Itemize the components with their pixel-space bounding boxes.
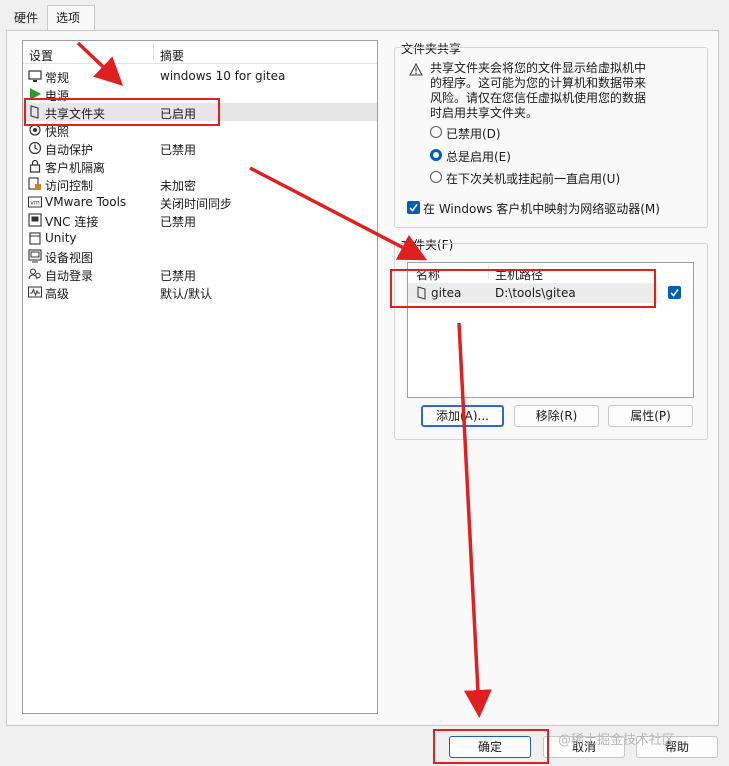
settings-row-isolation[interactable]: 客户机隔离 [23, 157, 377, 175]
radio-until-poweroff[interactable] [430, 171, 442, 183]
settings-row-autologin[interactable]: 自动登录 已禁用 [23, 265, 377, 283]
settings-row-summary: 默认/默认 [160, 287, 213, 301]
settings-row-summary: 已禁用 [160, 143, 197, 157]
play-icon [30, 88, 41, 100]
unity-icon [29, 232, 41, 245]
radio-disabled-label[interactable]: 已禁用(D) [446, 125, 501, 142]
svg-text:vm: vm [30, 200, 40, 207]
settings-row-access-control[interactable]: 访问控制 未加密 [23, 175, 377, 193]
watermark: @稀土掘金技术社区 [558, 733, 676, 748]
column-header-setting[interactable]: 设置 [29, 47, 53, 64]
settings-row-label: 设备视图 [45, 251, 94, 265]
settings-row-label: Unity [45, 231, 77, 245]
map-drive-label[interactable]: 在 Windows 客户机中映射为网络驱动器(M) [423, 200, 660, 217]
settings-row-label: 共享文件夹 [45, 107, 106, 121]
add-folder-button[interactable]: 添加(A)... [421, 405, 504, 427]
snapshot-icon [29, 124, 41, 136]
settings-row-summary: 已禁用 [160, 269, 197, 283]
device-view-icon [28, 249, 42, 263]
settings-row-power[interactable]: 电源 [23, 85, 377, 103]
settings-row-summary: windows 10 for gitea [160, 69, 286, 83]
column-header-summary[interactable]: 摘要 [160, 47, 184, 64]
settings-row-vnc[interactable]: VNC 连接 已禁用 [23, 211, 377, 229]
lock-icon [29, 159, 41, 173]
checkmark-icon [409, 204, 418, 212]
checkmark-icon [670, 289, 679, 297]
access-control-icon [28, 177, 41, 190]
folder-host-path: D:\tools\gitea [495, 286, 576, 300]
settings-row-summary: 已禁用 [160, 215, 197, 229]
settings-row-label: 自动登录 [45, 269, 94, 283]
clock-icon [28, 141, 42, 155]
radio-always-enabled[interactable] [430, 149, 442, 161]
tab-options[interactable]: 选项 [47, 5, 95, 31]
settings-row-label: 自动保护 [45, 143, 94, 157]
table-row[interactable]: gitea D:\tools\gitea [408, 283, 658, 303]
tab-hardware[interactable]: 硬件 [6, 6, 46, 30]
settings-row-autoprotect[interactable]: 自动保护 已禁用 [23, 139, 377, 157]
column-header-name[interactable]: 名称 [416, 266, 440, 283]
folder-name: gitea [431, 286, 462, 300]
sharing-warning-text: 共享文件夹会将您的文件显示给虚拟机中 的程序。这可能为您的计算机和数据带来 风险… [430, 61, 647, 120]
radio-always-enabled-label[interactable]: 总是启用(E) [446, 148, 511, 165]
ok-button[interactable]: 确定 [449, 736, 531, 758]
shared-folder-icon [30, 105, 39, 119]
vmware-tools-icon: vm [28, 196, 42, 208]
settings-row-label: 常规 [45, 71, 70, 85]
remove-folder-button[interactable]: 移除(R) [514, 405, 599, 427]
settings-row-label: 客户机隔离 [45, 161, 106, 175]
settings-row-label: 电源 [45, 89, 70, 103]
settings-row-snapshots[interactable]: 快照 [23, 121, 377, 139]
monitor-icon [28, 70, 42, 82]
settings-row-summary: 已启用 [160, 107, 197, 121]
settings-row-device-view[interactable]: 设备视图 [23, 247, 377, 265]
users-icon [28, 268, 41, 280]
advanced-icon [28, 286, 42, 298]
settings-row-label: 高级 [45, 287, 70, 301]
vnc-icon [28, 213, 42, 227]
settings-row-label: 访问控制 [45, 179, 94, 193]
settings-row-vmware-tools[interactable]: vm VMware Tools 关闭时间同步 [23, 193, 377, 211]
radio-until-poweroff-label[interactable]: 在下次关机或挂起前一直启用(U) [446, 170, 620, 187]
map-drive-checkbox[interactable] [407, 201, 420, 214]
settings-row-label: VMware Tools [45, 195, 127, 209]
settings-row-label: VNC 连接 [45, 215, 99, 229]
folder-enabled-checkbox[interactable] [668, 286, 681, 299]
settings-row-summary: 关闭时间同步 [160, 197, 233, 211]
settings-row-unity[interactable]: Unity [23, 229, 377, 247]
settings-row-shared-folders[interactable]: 共享文件夹 已启用 [23, 103, 377, 121]
settings-list-header: 设置 摘要 [23, 41, 377, 64]
folders-table[interactable]: 名称 主机路径 gitea D:\tools\gitea [407, 262, 694, 398]
settings-row-label: 快照 [45, 125, 70, 139]
radio-disabled[interactable] [430, 126, 442, 138]
settings-row-summary: 未加密 [160, 179, 197, 193]
folder-properties-button[interactable]: 属性(P) [608, 405, 693, 427]
settings-row-advanced[interactable]: 高级 默认/默认 [23, 283, 377, 301]
shared-folder-icon [417, 286, 426, 300]
settings-row-general[interactable]: 常规 windows 10 for gitea [23, 67, 377, 85]
column-header-host-path[interactable]: 主机路径 [495, 266, 543, 283]
warning-icon [409, 63, 423, 76]
folders-table-header: 名称 主机路径 [408, 263, 693, 283]
settings-list[interactable]: 设置 摘要 常规 windows 10 for gitea 电源 共享文件夹 已… [22, 40, 378, 714]
